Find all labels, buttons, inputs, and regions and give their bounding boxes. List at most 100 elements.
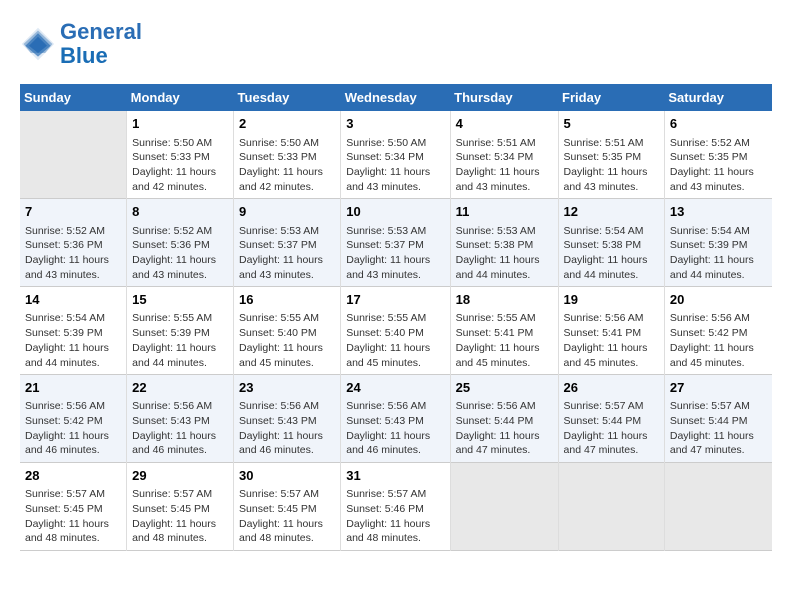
- column-header-monday: Monday: [127, 84, 234, 111]
- day-number: 4: [456, 115, 553, 133]
- day-number: 31: [346, 467, 444, 485]
- column-header-friday: Friday: [558, 84, 664, 111]
- day-number: 19: [564, 291, 659, 309]
- day-number: 13: [670, 203, 767, 221]
- day-detail: Sunrise: 5:52 AM Sunset: 5:36 PM Dayligh…: [132, 224, 228, 283]
- calendar-cell: 7 Sunrise: 5:52 AM Sunset: 5:36 PM Daylig…: [20, 199, 127, 287]
- calendar-header: SundayMondayTuesdayWednesdayThursdayFrid…: [20, 84, 772, 111]
- logo-icon: [20, 26, 56, 62]
- week-row-5: 28 Sunrise: 5:57 AM Sunset: 5:45 PM Dayli…: [20, 463, 772, 551]
- calendar-cell: 28Sunrise: 5:57 AM Sunset: 5:45 PM Dayli…: [20, 463, 127, 551]
- logo-text: General Blue: [60, 20, 142, 68]
- day-detail: Sunrise: 5:53 AM Sunset: 5:38 PM Dayligh…: [456, 224, 553, 283]
- day-number: 18: [456, 291, 553, 309]
- column-header-tuesday: Tuesday: [234, 84, 341, 111]
- day-number: 12: [564, 203, 659, 221]
- calendar-cell: [20, 111, 127, 198]
- day-detail: Sunrise: 5:57 AM Sunset: 5:44 PM Dayligh…: [564, 399, 659, 458]
- day-detail: Sunrise: 5:56 AM Sunset: 5:44 PM Dayligh…: [456, 399, 553, 458]
- calendar-cell: [558, 463, 664, 551]
- day-number: 10: [346, 203, 444, 221]
- calendar-cell: 11 Sunrise: 5:53 AM Sunset: 5:38 PM Dayli…: [450, 199, 558, 287]
- day-detail: Sunrise: 5:56 AM Sunset: 5:41 PM Dayligh…: [564, 311, 659, 370]
- calendar-cell: 5 Sunrise: 5:51 AM Sunset: 5:35 PM Daylig…: [558, 111, 664, 198]
- calendar-cell: 30 Sunrise: 5:57 AM Sunset: 5:45 PM Dayli…: [234, 463, 341, 551]
- day-detail: Sunrise: 5:54 AM Sunset: 5:39 PM Dayligh…: [670, 224, 767, 283]
- calendar-cell: 16 Sunrise: 5:55 AM Sunset: 5:40 PM Dayli…: [234, 287, 341, 375]
- page-header: General Blue: [20, 20, 772, 68]
- day-number: 6: [670, 115, 767, 133]
- calendar-cell: 23 Sunrise: 5:56 AM Sunset: 5:43 PM Dayli…: [234, 375, 341, 463]
- calendar-cell: 9Sunrise: 5:53 AM Sunset: 5:37 PM Daylig…: [234, 199, 341, 287]
- week-row-3: 14Sunrise: 5:54 AM Sunset: 5:39 PM Dayli…: [20, 287, 772, 375]
- day-detail: Sunrise: 5:57 AM Sunset: 5:45 PM Dayligh…: [239, 487, 335, 546]
- day-number: 17: [346, 291, 444, 309]
- day-detail: Sunrise: 5:51 AM Sunset: 5:35 PM Dayligh…: [564, 136, 659, 195]
- day-number: 25: [456, 379, 553, 397]
- calendar-cell: 27 Sunrise: 5:57 AM Sunset: 5:44 PM Dayli…: [664, 375, 772, 463]
- day-detail: Sunrise: 5:55 AM Sunset: 5:40 PM Dayligh…: [239, 311, 335, 370]
- day-detail: Sunrise: 5:55 AM Sunset: 5:39 PM Dayligh…: [132, 311, 228, 370]
- day-detail: Sunrise: 5:52 AM Sunset: 5:36 PM Dayligh…: [25, 224, 121, 283]
- day-detail: Sunrise: 5:57 AM Sunset: 5:46 PM Dayligh…: [346, 487, 444, 546]
- day-number: 15: [132, 291, 228, 309]
- calendar-cell: 6 Sunrise: 5:52 AM Sunset: 5:35 PM Daylig…: [664, 111, 772, 198]
- calendar-cell: 24 Sunrise: 5:56 AM Sunset: 5:43 PM Dayli…: [341, 375, 450, 463]
- column-header-sunday: Sunday: [20, 84, 127, 111]
- day-number: 28: [25, 467, 121, 485]
- day-number: 8: [132, 203, 228, 221]
- day-number: 23: [239, 379, 335, 397]
- day-detail: Sunrise: 5:56 AM Sunset: 5:43 PM Dayligh…: [239, 399, 335, 458]
- column-header-thursday: Thursday: [450, 84, 558, 111]
- calendar-cell: 19 Sunrise: 5:56 AM Sunset: 5:41 PM Dayli…: [558, 287, 664, 375]
- calendar-cell: 29Sunrise: 5:57 AM Sunset: 5:45 PM Dayli…: [127, 463, 234, 551]
- day-number: 16: [239, 291, 335, 309]
- week-row-2: 7 Sunrise: 5:52 AM Sunset: 5:36 PM Daylig…: [20, 199, 772, 287]
- day-detail: Sunrise: 5:56 AM Sunset: 5:43 PM Dayligh…: [346, 399, 444, 458]
- week-row-1: 1Sunrise: 5:50 AM Sunset: 5:33 PM Daylig…: [20, 111, 772, 198]
- day-number: 21: [25, 379, 121, 397]
- day-number: 11: [456, 203, 553, 221]
- day-number: 22: [132, 379, 228, 397]
- calendar-cell: 10 Sunrise: 5:53 AM Sunset: 5:37 PM Dayli…: [341, 199, 450, 287]
- column-header-wednesday: Wednesday: [341, 84, 450, 111]
- calendar-cell: 22 Sunrise: 5:56 AM Sunset: 5:43 PM Dayli…: [127, 375, 234, 463]
- day-number: 2: [239, 115, 335, 133]
- calendar-cell: 17 Sunrise: 5:55 AM Sunset: 5:40 PM Dayli…: [341, 287, 450, 375]
- calendar-cell: 31 Sunrise: 5:57 AM Sunset: 5:46 PM Dayli…: [341, 463, 450, 551]
- day-detail: Sunrise: 5:53 AM Sunset: 5:37 PM Dayligh…: [346, 224, 444, 283]
- calendar-cell: 1Sunrise: 5:50 AM Sunset: 5:33 PM Daylig…: [127, 111, 234, 198]
- day-number: 5: [564, 115, 659, 133]
- calendar-cell: 12Sunrise: 5:54 AM Sunset: 5:38 PM Dayli…: [558, 199, 664, 287]
- day-detail: Sunrise: 5:50 AM Sunset: 5:33 PM Dayligh…: [132, 136, 228, 195]
- calendar-table: SundayMondayTuesdayWednesdayThursdayFrid…: [20, 84, 772, 551]
- day-detail: Sunrise: 5:56 AM Sunset: 5:43 PM Dayligh…: [132, 399, 228, 458]
- day-number: 9: [239, 203, 335, 221]
- day-number: 27: [670, 379, 767, 397]
- day-number: 20: [670, 291, 767, 309]
- day-detail: Sunrise: 5:52 AM Sunset: 5:35 PM Dayligh…: [670, 136, 767, 195]
- day-detail: Sunrise: 5:51 AM Sunset: 5:34 PM Dayligh…: [456, 136, 553, 195]
- week-row-4: 21 Sunrise: 5:56 AM Sunset: 5:42 PM Dayli…: [20, 375, 772, 463]
- day-detail: Sunrise: 5:54 AM Sunset: 5:39 PM Dayligh…: [25, 311, 121, 370]
- calendar-cell: 13 Sunrise: 5:54 AM Sunset: 5:39 PM Dayli…: [664, 199, 772, 287]
- day-number: 7: [25, 203, 121, 221]
- day-detail: Sunrise: 5:55 AM Sunset: 5:40 PM Dayligh…: [346, 311, 444, 370]
- day-number: 30: [239, 467, 335, 485]
- day-number: 24: [346, 379, 444, 397]
- day-detail: Sunrise: 5:57 AM Sunset: 5:44 PM Dayligh…: [670, 399, 767, 458]
- calendar-cell: [450, 463, 558, 551]
- day-number: 26: [564, 379, 659, 397]
- day-detail: Sunrise: 5:50 AM Sunset: 5:33 PM Dayligh…: [239, 136, 335, 195]
- calendar-cell: 21 Sunrise: 5:56 AM Sunset: 5:42 PM Dayli…: [20, 375, 127, 463]
- day-detail: Sunrise: 5:50 AM Sunset: 5:34 PM Dayligh…: [346, 136, 444, 195]
- day-detail: Sunrise: 5:55 AM Sunset: 5:41 PM Dayligh…: [456, 311, 553, 370]
- calendar-cell: 8 Sunrise: 5:52 AM Sunset: 5:36 PM Daylig…: [127, 199, 234, 287]
- column-header-saturday: Saturday: [664, 84, 772, 111]
- day-number: 29: [132, 467, 228, 485]
- day-detail: Sunrise: 5:56 AM Sunset: 5:42 PM Dayligh…: [25, 399, 121, 458]
- calendar-cell: 26 Sunrise: 5:57 AM Sunset: 5:44 PM Dayli…: [558, 375, 664, 463]
- calendar-cell: 20Sunrise: 5:56 AM Sunset: 5:42 PM Dayli…: [664, 287, 772, 375]
- calendar-cell: 3Sunrise: 5:50 AM Sunset: 5:34 PM Daylig…: [341, 111, 450, 198]
- calendar-cell: [664, 463, 772, 551]
